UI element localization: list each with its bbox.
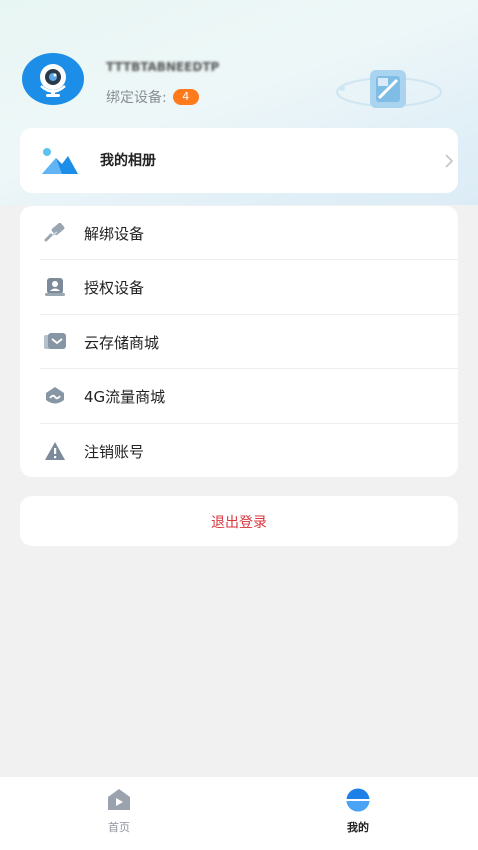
avatar[interactable] [22,53,84,105]
menu-item-unbind-device[interactable]: 解绑设备 [20,206,458,260]
tab-mine-label: 我的 [347,821,369,834]
album-mountain-icon [42,148,78,174]
bound-devices-row: 绑定设备: 4 [106,87,199,107]
username: TTTBTABNEEDTP [106,60,220,74]
chevron-right-icon [445,154,454,168]
warning-icon [45,442,65,460]
bound-devices-count-badge: 4 [172,89,199,105]
profile-icon [346,788,370,812]
menu-item-label: 注销账号 [84,443,145,461]
menu-item-cloud-storage-mall[interactable]: 云存储商城 [20,315,458,369]
menu-item-authorize-device[interactable]: 授权设备 [20,260,458,314]
my-album-card[interactable]: 我的相册 [20,128,458,193]
menu-item-label: 解绑设备 [84,225,145,243]
menu-item-label: 授权设备 [84,279,145,297]
settings-menu-card: 解绑设备 授权设备 云存储商城 4G流量商城 注销账号 [20,206,458,477]
unlink-icon [44,223,65,242]
home-play-icon [108,789,130,810]
4g-traffic-icon [46,387,64,404]
bound-devices-label: 绑定设备: [106,90,167,106]
authorize-user-icon [45,278,65,296]
menu-item-label: 云存储商城 [84,334,160,352]
device-illustration-icon [336,70,442,108]
cloud-storage-icon [44,333,66,349]
tab-home-label: 首页 [108,821,130,834]
menu-item-4g-traffic-mall[interactable]: 4G流量商城 [20,369,458,423]
camera-icon [40,64,66,97]
menu-item-label: 4G流量商城 [84,388,166,406]
logout-label: 退出登录 [211,515,267,531]
logout-button[interactable]: 退出登录 [20,496,458,546]
menu-item-delete-account[interactable]: 注销账号 [20,424,458,478]
tab-home[interactable]: 首页 [59,777,179,850]
my-album-label: 我的相册 [100,153,156,169]
bottom-tab-bar: 首页 我的 [0,777,478,850]
tab-mine[interactable]: 我的 [298,777,418,850]
